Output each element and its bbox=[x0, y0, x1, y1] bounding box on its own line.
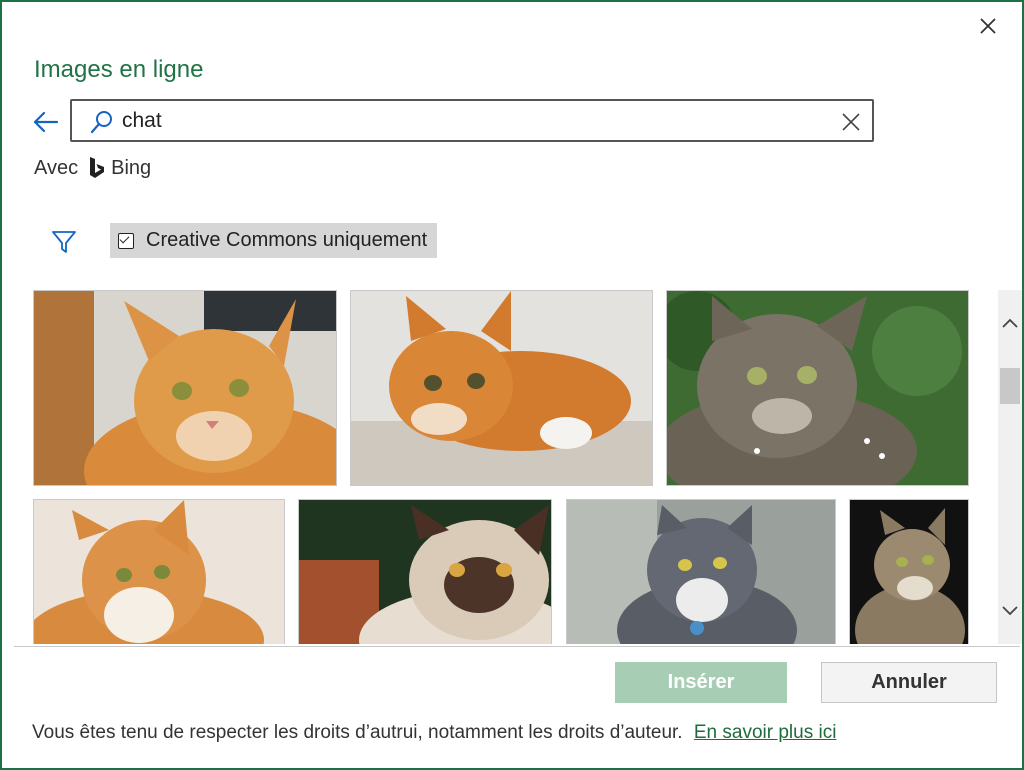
gray-cat-image bbox=[567, 500, 835, 644]
dialog-title: Images en ligne bbox=[34, 56, 204, 83]
back-button[interactable] bbox=[32, 108, 60, 136]
himalayan-cat-image bbox=[299, 500, 551, 644]
search-provider: Avec Bing bbox=[34, 156, 151, 180]
filter-button[interactable] bbox=[50, 228, 78, 256]
lying-cat-image bbox=[351, 291, 652, 485]
image-result-3[interactable] bbox=[666, 290, 969, 486]
scrollbar-thumb[interactable] bbox=[1000, 368, 1020, 404]
image-result-6[interactable] bbox=[566, 499, 836, 644]
orange-cat-image bbox=[34, 291, 336, 485]
scroll-down-icon[interactable] bbox=[998, 600, 1022, 622]
learn-more-link[interactable]: En savoir plus ici bbox=[694, 722, 837, 743]
cancel-button[interactable]: Annuler bbox=[821, 662, 997, 703]
image-result-4[interactable] bbox=[33, 499, 285, 644]
provider-prefix: Avec bbox=[34, 156, 79, 179]
close-icon bbox=[980, 18, 996, 34]
online-pictures-dialog: Images en ligne Avec Bing Creative Commo… bbox=[0, 0, 1024, 770]
scroll-up-icon[interactable] bbox=[998, 312, 1022, 334]
footer-divider bbox=[14, 646, 1020, 647]
creative-commons-label: Creative Commons uniquement bbox=[146, 229, 428, 251]
creative-commons-checkbox[interactable] bbox=[118, 232, 134, 249]
bing-logo-icon bbox=[90, 157, 105, 178]
image-result-1[interactable] bbox=[33, 290, 337, 486]
search-box bbox=[70, 99, 874, 142]
search-input[interactable] bbox=[122, 107, 822, 135]
close-button[interactable] bbox=[974, 12, 1002, 40]
filter-icon bbox=[52, 231, 76, 253]
copyright-notice: Vous êtes tenu de respecter les droits d… bbox=[32, 722, 836, 744]
results-scrollbar[interactable] bbox=[998, 290, 1022, 644]
copyright-notice-text: Vous êtes tenu de respecter les droits d… bbox=[32, 722, 683, 743]
image-results-grid bbox=[33, 290, 973, 644]
orange-white-cat-image bbox=[34, 500, 284, 644]
tabby-cat-image bbox=[850, 500, 968, 644]
search-icon bbox=[90, 111, 112, 134]
image-result-7[interactable] bbox=[849, 499, 969, 644]
insert-button[interactable]: Insérer bbox=[615, 662, 787, 703]
creative-commons-filter[interactable]: Creative Commons uniquement bbox=[110, 223, 437, 258]
image-result-5[interactable] bbox=[298, 499, 552, 644]
clear-search-button[interactable] bbox=[840, 111, 862, 133]
back-arrow-icon bbox=[33, 111, 59, 133]
provider-name: Bing bbox=[111, 156, 152, 179]
wild-cat-image bbox=[667, 291, 968, 485]
image-result-2[interactable] bbox=[350, 290, 653, 486]
